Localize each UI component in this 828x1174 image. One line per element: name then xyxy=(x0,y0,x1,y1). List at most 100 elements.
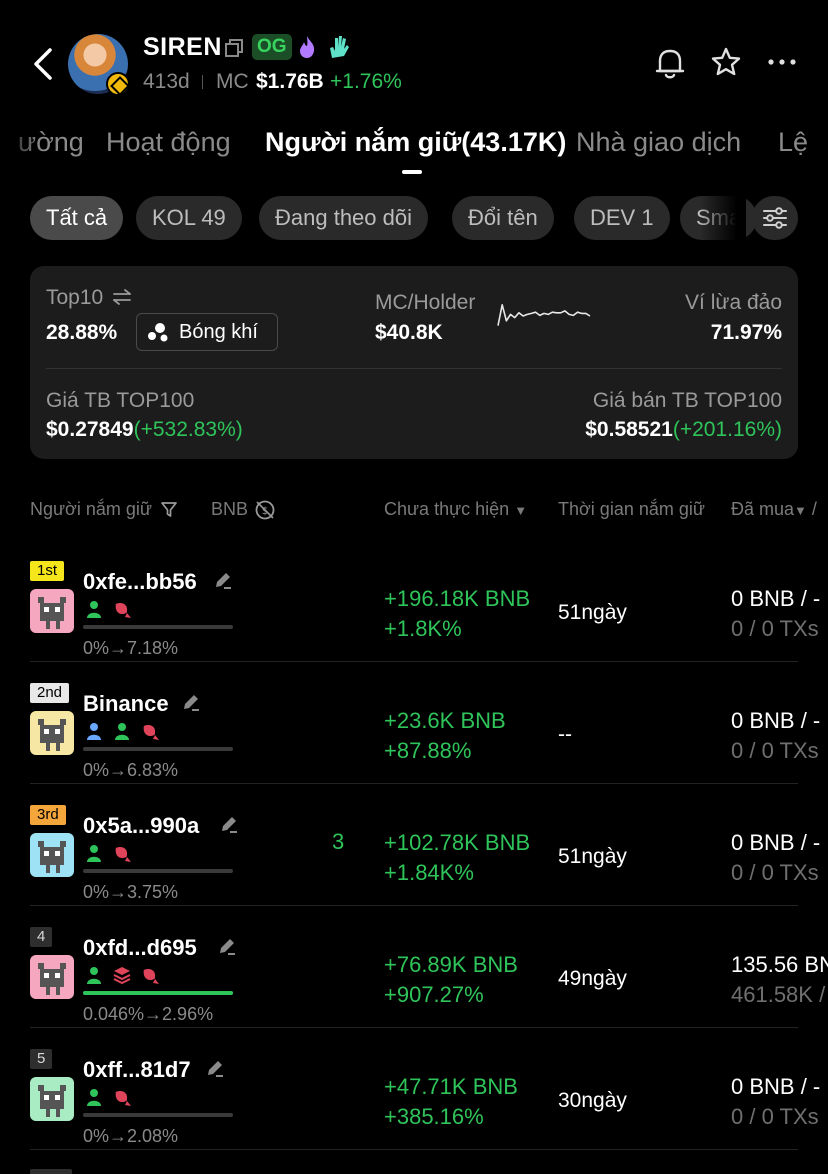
filter-icon[interactable] xyxy=(160,500,178,518)
bnb-chain-icon xyxy=(106,72,130,96)
holding-progress-track xyxy=(83,991,233,995)
col-hold-time[interactable]: Thời gian nắm giữ xyxy=(558,499,705,520)
edit-icon[interactable] xyxy=(181,692,201,712)
holding-percent: 0%→2.08% xyxy=(83,1126,179,1146)
unrealized-pnl-percent: +385.16% xyxy=(384,1104,484,1129)
holder-avatar xyxy=(30,955,74,999)
unrealized-pnl-percent: +907.27% xyxy=(384,982,484,1007)
edit-icon[interactable] xyxy=(219,814,239,834)
person-blue-tag-icon[interactable] xyxy=(84,721,104,741)
col-unrealized-label: Chưa thực hiện xyxy=(384,499,510,519)
tab-traders[interactable]: Nhà giao dịch xyxy=(576,127,741,158)
person-green-tag-icon[interactable] xyxy=(112,721,132,741)
holding-percent: 0%→3.75% xyxy=(83,882,179,902)
sort-down-icon: ▼ xyxy=(514,503,528,518)
active-tab-indicator xyxy=(402,170,422,174)
rank-badge: 3rd xyxy=(30,805,66,825)
holder-address[interactable]: 0xff...81d7 xyxy=(83,1057,191,1083)
holding-progress-track xyxy=(83,747,233,751)
unrealized-pnl: +23.6K BNB xyxy=(384,708,506,733)
fish-red-tag-icon[interactable] xyxy=(140,721,160,741)
avg-sell-line: $0.58521(+201.16%) xyxy=(585,418,782,442)
row-divider xyxy=(30,661,798,662)
sort-down-icon: ▼ xyxy=(794,503,807,518)
col-separator: / xyxy=(811,499,817,519)
person-green-tag-icon[interactable] xyxy=(84,843,104,863)
tx-count: 0 / 0 TXs xyxy=(731,738,819,763)
chip-renamed[interactable]: Đổi tên xyxy=(452,196,554,240)
mc-holder-value: $40.8K xyxy=(375,321,443,344)
col-holder[interactable]: Người nắm giữ xyxy=(30,499,152,520)
hold-time: -- xyxy=(558,723,572,746)
holder-address[interactable]: Binance xyxy=(83,691,169,717)
holder-address[interactable]: 0xfe...bb56 xyxy=(83,569,197,595)
holder-avatar xyxy=(30,589,74,633)
fish-red-tag-icon[interactable] xyxy=(112,843,132,863)
col-bought-label: Đã mua xyxy=(731,499,795,519)
swap-icon[interactable] xyxy=(112,288,132,306)
col-bought[interactable]: Đã mua▼ / xyxy=(731,499,817,520)
unrealized-pnl-percent: +1.8K% xyxy=(384,616,462,641)
rank-badge: 4 xyxy=(30,927,53,947)
top10-value: 28.88% xyxy=(46,321,118,344)
bubble-map-label: Bóng khí xyxy=(179,321,258,343)
col-unrealized[interactable]: Chưa thực hiện ▼ xyxy=(384,499,527,520)
bell-icon[interactable] xyxy=(654,46,686,80)
star-icon[interactable] xyxy=(710,46,742,78)
currency-toggle-icon[interactable]: $ xyxy=(254,499,276,521)
fish-red-tag-icon[interactable] xyxy=(112,1087,132,1107)
copy-icon[interactable] xyxy=(224,38,244,58)
fish-red-tag-icon[interactable] xyxy=(140,965,160,985)
holding-percent: 0%→6.83% xyxy=(83,760,179,780)
holder-avatar xyxy=(30,711,74,755)
person-green-tag-icon[interactable] xyxy=(84,1087,104,1107)
avg-buy-label: Giá TB TOP100 xyxy=(46,389,195,412)
chip-following[interactable]: Đang theo dõi xyxy=(259,196,428,240)
layers-red-tag-icon[interactable] xyxy=(112,965,132,985)
holding-progress-track xyxy=(83,625,233,629)
holding-progress-track xyxy=(83,1113,233,1117)
holder-address[interactable]: 0x5a...990a xyxy=(83,813,199,839)
tab-holders[interactable]: Người nắm giữ(43.17K) xyxy=(265,127,566,158)
chip-kol[interactable]: KOL 49 xyxy=(136,196,242,240)
edit-icon[interactable] xyxy=(213,570,233,590)
avg-buy-value: $0.27849 xyxy=(46,418,134,441)
holder-avatar xyxy=(30,833,74,877)
fish-red-tag-icon[interactable] xyxy=(112,599,132,619)
holder-address[interactable]: 0xfd...d695 xyxy=(83,935,197,961)
bought-amount: 0 BNB / - xyxy=(731,586,821,611)
hold-time: 30ngày xyxy=(558,1089,627,1112)
mc-holder-label: MC/Holder xyxy=(375,291,476,314)
bought-amount: 0 BNB / - xyxy=(731,1074,821,1099)
holding-progress-track xyxy=(83,869,233,873)
holding-percent: 0%→7.18% xyxy=(83,638,179,658)
edit-icon[interactable] xyxy=(205,1058,225,1078)
token-age: 413d xyxy=(143,70,190,93)
rank-badge: 2nd xyxy=(30,683,70,703)
more-icon[interactable] xyxy=(766,54,798,70)
filter-settings-button[interactable] xyxy=(752,196,798,240)
hold-time: 49ngày xyxy=(558,967,627,990)
edit-icon[interactable] xyxy=(217,936,237,956)
row-divider xyxy=(30,783,798,784)
person-green-tag-icon[interactable] xyxy=(84,599,104,619)
mc-holder-sparkline xyxy=(497,304,591,326)
unrealized-pnl-percent: +87.88% xyxy=(384,738,472,763)
tab-activity[interactable]: Hoạt động xyxy=(106,127,231,158)
bubbles-icon xyxy=(148,323,168,342)
back-arrow-icon[interactable] xyxy=(28,44,58,84)
tab-orders[interactable]: Lệ xyxy=(778,127,808,158)
market-cap-label: MC xyxy=(216,70,249,93)
hand-icon xyxy=(330,36,349,58)
person-green-tag-icon[interactable] xyxy=(84,965,104,985)
avg-sell-label: Giá bán TB TOP100 xyxy=(592,389,782,412)
holding-progress-fill xyxy=(83,991,233,995)
rank-badge xyxy=(30,1169,72,1174)
avg-buy-change: (+532.83%) xyxy=(133,418,243,441)
tx-count: 0 / 0 TXs xyxy=(731,616,819,641)
tab-fade xyxy=(0,118,40,168)
chip-all[interactable]: Tất cả xyxy=(30,196,124,240)
col-bnb[interactable]: BNB xyxy=(211,499,248,520)
chip-dev[interactable]: DEV 1 xyxy=(574,196,670,240)
row-divider xyxy=(30,905,798,906)
